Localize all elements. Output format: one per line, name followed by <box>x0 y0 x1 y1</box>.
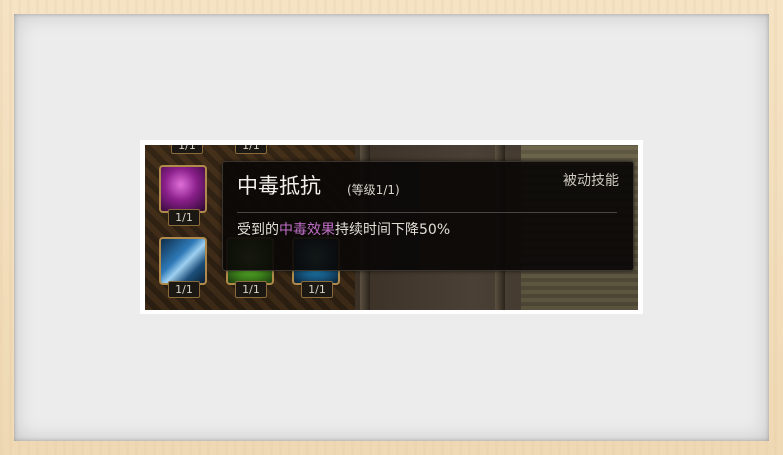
skill-count: 1/1 <box>168 209 200 226</box>
skill-slot-ice[interactable]: 1/1 <box>159 237 209 299</box>
desc-suffix: 持续时间下降50% <box>335 222 451 238</box>
skill-count-top-1: 1/1 <box>171 145 203 154</box>
poison-claw-icon <box>159 165 207 213</box>
skill-slot-poison-resist[interactable]: 1/1 <box>159 165 209 227</box>
skill-level: (等级1/1) <box>347 183 400 197</box>
skill-count: 1/1 <box>235 281 267 298</box>
skill-type: 被动技能 <box>563 173 619 189</box>
ice-shards-icon <box>159 237 207 285</box>
desc-prefix: 受到的 <box>237 222 279 238</box>
game-screen: 1/1 1/1 1/1 1/1 1/1 1/1 中毒抵抗 (等级1/1) 被动技… <box>145 145 638 310</box>
skill-name: 中毒抵抗 <box>237 174 321 198</box>
skill-description: 受到的中毒效果持续时间下降50% <box>237 220 450 240</box>
desc-highlight: 中毒效果 <box>279 222 335 238</box>
skill-count: 1/1 <box>168 281 200 298</box>
skill-tooltip: 中毒抵抗 (等级1/1) 被动技能 受到的中毒效果持续时间下降50% <box>222 161 634 271</box>
skill-count-top-2: 1/1 <box>235 145 267 154</box>
skill-count: 1/1 <box>301 281 333 298</box>
tooltip-divider <box>237 212 617 213</box>
